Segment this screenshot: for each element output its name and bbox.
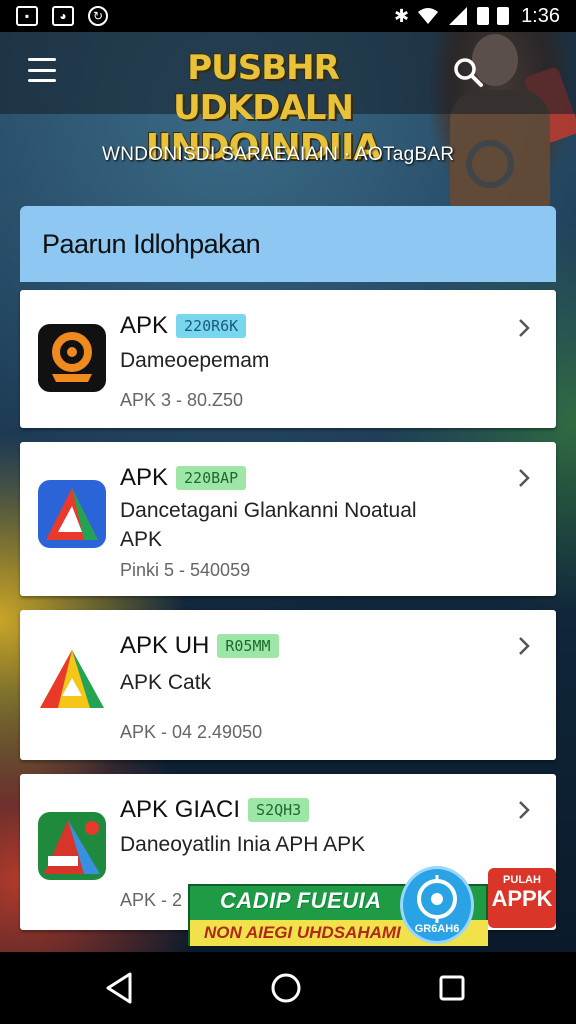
battery-icon: [497, 7, 510, 25]
ad-button-small-label: PULAH: [503, 874, 541, 886]
chevron-right-icon[interactable]: [512, 798, 536, 822]
signal-icon: [449, 7, 468, 25]
ad-headline: CADIP FUEUIA: [220, 888, 382, 913]
recents-icon[interactable]: [434, 970, 470, 1006]
status-bar: ▪ ◕ ↻ ✱ 1:36: [0, 0, 576, 32]
app-meta: APK - 2: [120, 890, 183, 910]
panel-header: Paarun Idlohpakan: [20, 206, 556, 282]
wifi-icon: [418, 8, 439, 24]
app-meta: APK - 04 2.49050: [120, 722, 263, 742]
ad-logo[interactable]: GR6AH6: [400, 866, 474, 944]
ad-button-label: APPK: [491, 886, 553, 911]
system-nav-bar: [0, 952, 576, 1024]
app-list-item[interactable]: APK UH R05MM APK Catk APK - 04 2.49050: [20, 610, 556, 760]
app-icon: [38, 480, 106, 548]
app-description: APK Catk: [120, 671, 212, 694]
image-icon: ▪: [16, 6, 38, 26]
chevron-right-icon[interactable]: [512, 316, 536, 340]
app-list-item[interactable]: APK 220R6K Dameoepemam APK 3 - 80.Z50: [20, 290, 556, 428]
app-meta: Pinki 5 - 540059: [120, 560, 251, 580]
ad-banner[interactable]: CADIP FUEUIA NON AIEGI UHDSAHAMI GR6AH6 …: [188, 866, 556, 950]
app-meta: APK 3 - 80.Z50: [120, 390, 244, 410]
app-description: Daneoyatlin Inia APH APK: [120, 833, 366, 856]
app-name: APK: [120, 312, 169, 339]
app-name: APK UH: [120, 632, 210, 659]
app-description: Dameoepemam: [120, 349, 270, 372]
back-icon[interactable]: [102, 970, 138, 1006]
app-list-item[interactable]: APK 220BAP Dancetagani Glankanni Noatual…: [20, 442, 556, 596]
ad-logo-label: GR6AH6: [414, 923, 460, 935]
chevron-right-icon[interactable]: [512, 634, 536, 658]
cat-icon: ◕: [52, 6, 74, 26]
ad-install-button[interactable]: PULAH APPK: [488, 868, 556, 928]
app-name: APK GIACI: [120, 796, 241, 823]
app-description: Dancetagani Glankanni Noatual APK: [120, 499, 417, 551]
version-badge: S2QH3: [248, 798, 310, 822]
header-subtitle: WNDONISDI SARAEAIAIN · AOTagBAR: [102, 144, 455, 165]
version-badge: 220BAP: [176, 466, 247, 490]
app-icon: [38, 324, 106, 392]
app-list-panel: Paarun Idlohpakan APK 220R6K Dameoepemam…: [20, 206, 556, 952]
app-header: PUSBHR UDKDALN IINDOINDIIA: [0, 32, 576, 168]
version-badge: 220R6K: [176, 314, 247, 338]
sync-icon: ↻: [88, 6, 108, 26]
version-badge: R05MM: [217, 634, 279, 658]
panel-title: Paarun Idlohpakan: [42, 228, 261, 259]
target-icon: [417, 875, 457, 923]
app-icon: [38, 812, 106, 880]
battery-icon: [477, 7, 490, 25]
app-icon: [38, 646, 106, 714]
menu-icon[interactable]: [28, 58, 56, 82]
search-icon[interactable]: [452, 56, 484, 88]
bluetooth-icon: ✱: [393, 5, 410, 26]
home-icon[interactable]: [268, 970, 304, 1006]
app-name: APK: [120, 464, 169, 491]
clock: 1:36: [521, 4, 560, 27]
chevron-right-icon[interactable]: [512, 466, 536, 490]
